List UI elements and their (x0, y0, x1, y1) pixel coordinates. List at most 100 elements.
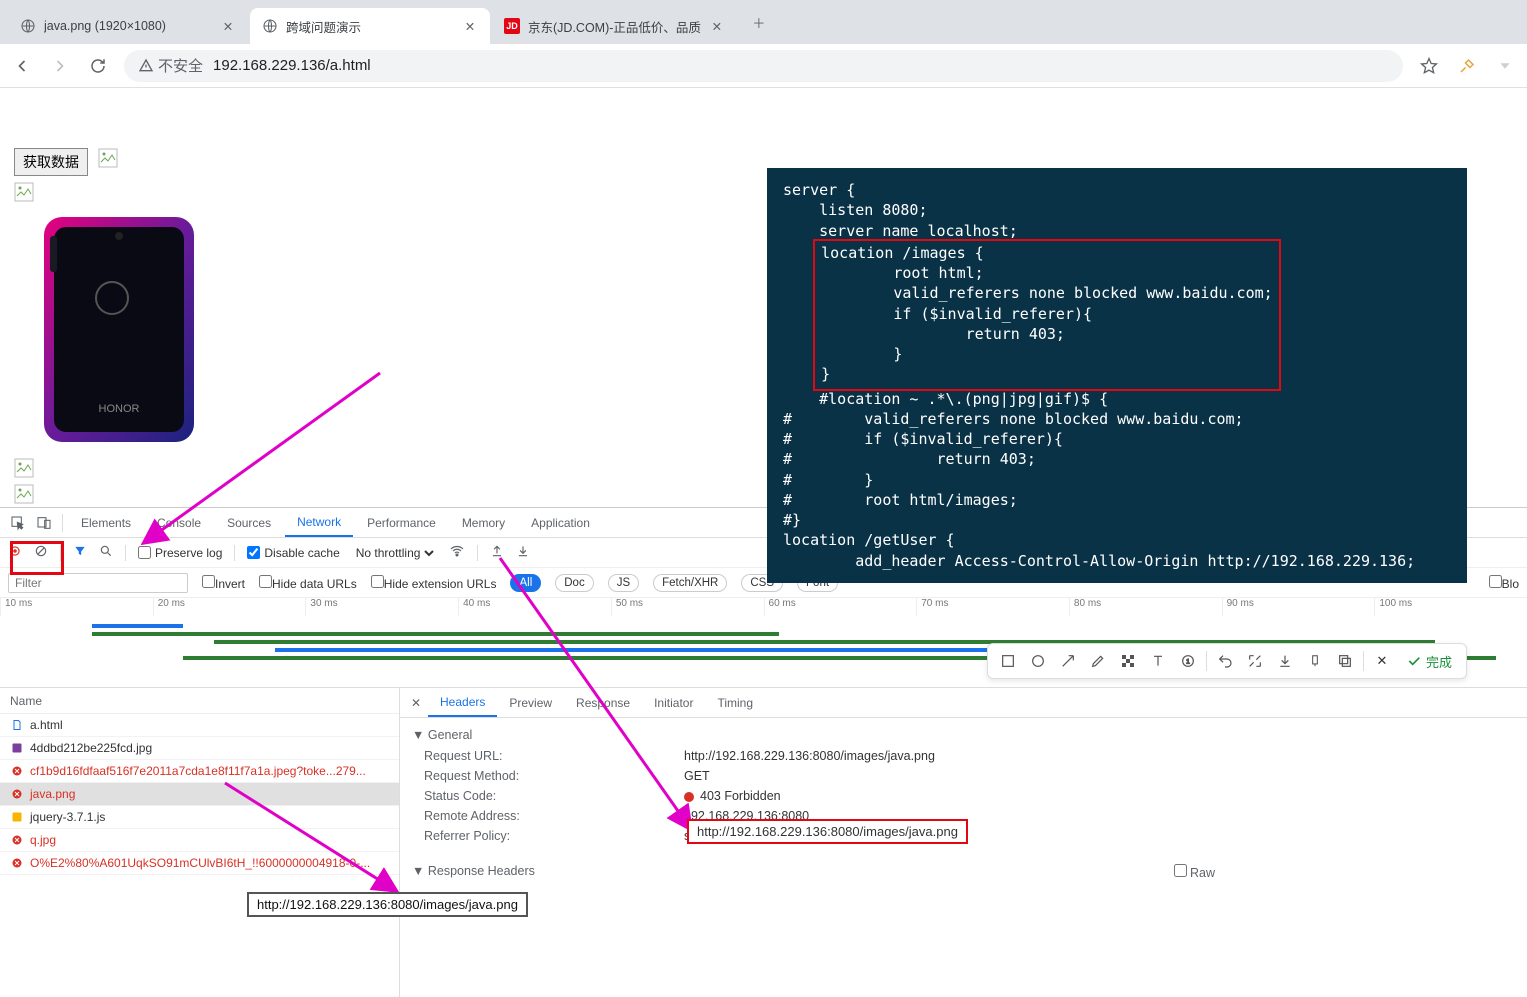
close-icon[interactable]: ✕ (220, 18, 236, 34)
download-icon[interactable] (1273, 649, 1297, 673)
error-icon (10, 764, 24, 778)
table-row[interactable]: a.html (0, 714, 399, 737)
wifi-icon[interactable] (449, 543, 465, 562)
inspect-icon[interactable] (6, 511, 30, 535)
disable-cache-checkbox[interactable]: Disable cache (247, 546, 339, 560)
fetch-data-button[interactable]: 获取数据 (14, 148, 88, 176)
blocked-checkbox[interactable]: Blo (1489, 575, 1519, 591)
hide-data-urls-checkbox[interactable]: Hide data URLs (259, 575, 357, 591)
detail-tab-timing[interactable]: Timing (705, 688, 765, 717)
doc-icon (10, 718, 24, 732)
back-button[interactable] (10, 54, 34, 78)
tab-title: 跨域问题演示 (286, 17, 454, 36)
tab-application[interactable]: Application (519, 508, 602, 537)
highlight-box-url-detail: http://192.168.229.136:8080/images/java.… (687, 819, 968, 844)
table-row[interactable]: jquery-3.7.1.js (0, 806, 399, 829)
pin-icon[interactable] (1303, 649, 1327, 673)
tab-java-png[interactable]: java.png (1920×1080) ✕ (8, 8, 248, 44)
rect-tool-icon[interactable] (996, 649, 1020, 673)
tab-title: 京东(JD.COM)-正品低价、品质 (528, 17, 701, 36)
invert-checkbox[interactable]: Invert (202, 575, 245, 591)
tab-console[interactable]: Console (145, 508, 213, 537)
detail-tab-preview[interactable]: Preview (497, 688, 564, 717)
hide-extension-urls-checkbox[interactable]: Hide extension URLs (371, 575, 497, 591)
preserve-log-checkbox[interactable]: Preserve log (138, 546, 222, 560)
broken-image-icon (98, 148, 118, 168)
svg-text:1: 1 (1186, 659, 1190, 666)
close-icon[interactable]: ✕ (404, 696, 428, 710)
phone-image: HONOR (14, 212, 224, 450)
tab-elements[interactable]: Elements (69, 508, 143, 537)
request-list: Name a.html 4ddbd212be225fcd.jpg cf1b9d1… (0, 688, 400, 997)
status-dot-icon (684, 792, 694, 802)
search-icon[interactable] (99, 544, 113, 561)
tab-network[interactable]: Network (285, 508, 353, 537)
broken-image-icon (14, 458, 34, 478)
pen-tool-icon[interactable] (1086, 649, 1110, 673)
raw-checkbox[interactable] (1174, 864, 1187, 877)
detail-tab-headers[interactable]: Headers (428, 688, 497, 717)
circle-tool-icon[interactable] (1026, 649, 1050, 673)
filter-chip-fetch[interactable]: Fetch/XHR (653, 574, 727, 592)
cancel-icon[interactable]: ✕ (1370, 649, 1394, 673)
highlight-box-broken-image (10, 541, 64, 575)
tab-sources[interactable]: Sources (215, 508, 283, 537)
address-bar[interactable]: 不安全 192.168.229.136/a.html (124, 50, 1403, 82)
copy-icon[interactable] (1333, 649, 1357, 673)
broken-image-icon (14, 182, 34, 202)
tab-jd[interactable]: JD 京东(JD.COM)-正品低价、品质 ✕ (492, 8, 737, 44)
broken-image-icon (14, 484, 34, 504)
not-secure-label: 不安全 (158, 55, 203, 76)
download-icon[interactable] (516, 544, 530, 561)
jd-icon: JD (504, 18, 520, 34)
throttling-select[interactable]: No throttling (352, 545, 437, 561)
counter-tool-icon[interactable]: 1 (1176, 649, 1200, 673)
new-tab-button[interactable]: ＋ (745, 8, 773, 36)
url-text: 192.168.229.136/a.html (213, 57, 371, 74)
tab-performance[interactable]: Performance (355, 508, 448, 537)
mosaic-tool-icon[interactable] (1116, 649, 1140, 673)
table-row[interactable]: java.png (0, 783, 399, 806)
upload-icon[interactable] (490, 544, 504, 561)
filter-chip-all[interactable]: All (510, 574, 541, 592)
chevron-down-icon[interactable] (1493, 54, 1517, 78)
expand-icon[interactable] (1243, 649, 1267, 673)
table-row[interactable]: O%E2%80%A601UqkSO91mCUlvBI6tH_!!60000000… (0, 852, 399, 875)
detail-tab-response[interactable]: Response (564, 688, 642, 717)
nginx-config-panel: server { listen 8080; server_name localh… (767, 168, 1467, 583)
star-icon[interactable] (1417, 54, 1441, 78)
section-general[interactable]: ▼ General (412, 724, 1515, 746)
table-row[interactable]: q.jpg (0, 829, 399, 852)
close-icon[interactable]: ✕ (709, 18, 725, 34)
filter-icon[interactable] (73, 544, 87, 561)
error-icon (10, 833, 24, 847)
close-icon[interactable]: ✕ (462, 18, 478, 34)
forward-button[interactable] (48, 54, 72, 78)
tab-title: java.png (1920×1080) (44, 19, 212, 33)
highlight-box-nginx: location /images { root html; valid_refe… (813, 239, 1281, 391)
table-row[interactable]: cf1b9d16fdfaaf516f7e2011a7cda1e8f11f7a1a… (0, 760, 399, 783)
reload-button[interactable] (86, 54, 110, 78)
eyedropper-icon[interactable] (1455, 54, 1479, 78)
table-row[interactable]: 4ddbd212be225fcd.jpg (0, 737, 399, 760)
request-list-header: Name (0, 688, 399, 714)
tab-cors-demo[interactable]: 跨域问题演示 ✕ (250, 8, 490, 44)
section-response-headers[interactable]: ▼ Response Headers Raw (412, 860, 1515, 882)
filter-input[interactable] (8, 573, 188, 593)
globe-icon (262, 18, 278, 34)
page-content: 获取数据 HONOR (14, 148, 224, 504)
svg-text:HONOR: HONOR (99, 403, 140, 415)
undo-icon[interactable] (1213, 649, 1237, 673)
text-tool-icon[interactable] (1146, 649, 1170, 673)
filter-chip-doc[interactable]: Doc (555, 574, 593, 592)
error-icon (10, 787, 24, 801)
device-toggle-icon[interactable] (32, 511, 56, 535)
filter-chip-js[interactable]: JS (608, 574, 639, 592)
tab-memory[interactable]: Memory (450, 508, 517, 537)
highlight-box-url-tooltip: http://192.168.229.136:8080/images/java.… (247, 892, 528, 917)
error-icon (10, 856, 24, 870)
arrow-tool-icon[interactable] (1056, 649, 1080, 673)
done-button[interactable]: 完成 (1400, 652, 1458, 671)
detail-tab-initiator[interactable]: Initiator (642, 688, 705, 717)
not-secure-badge: 不安全 (138, 55, 203, 76)
